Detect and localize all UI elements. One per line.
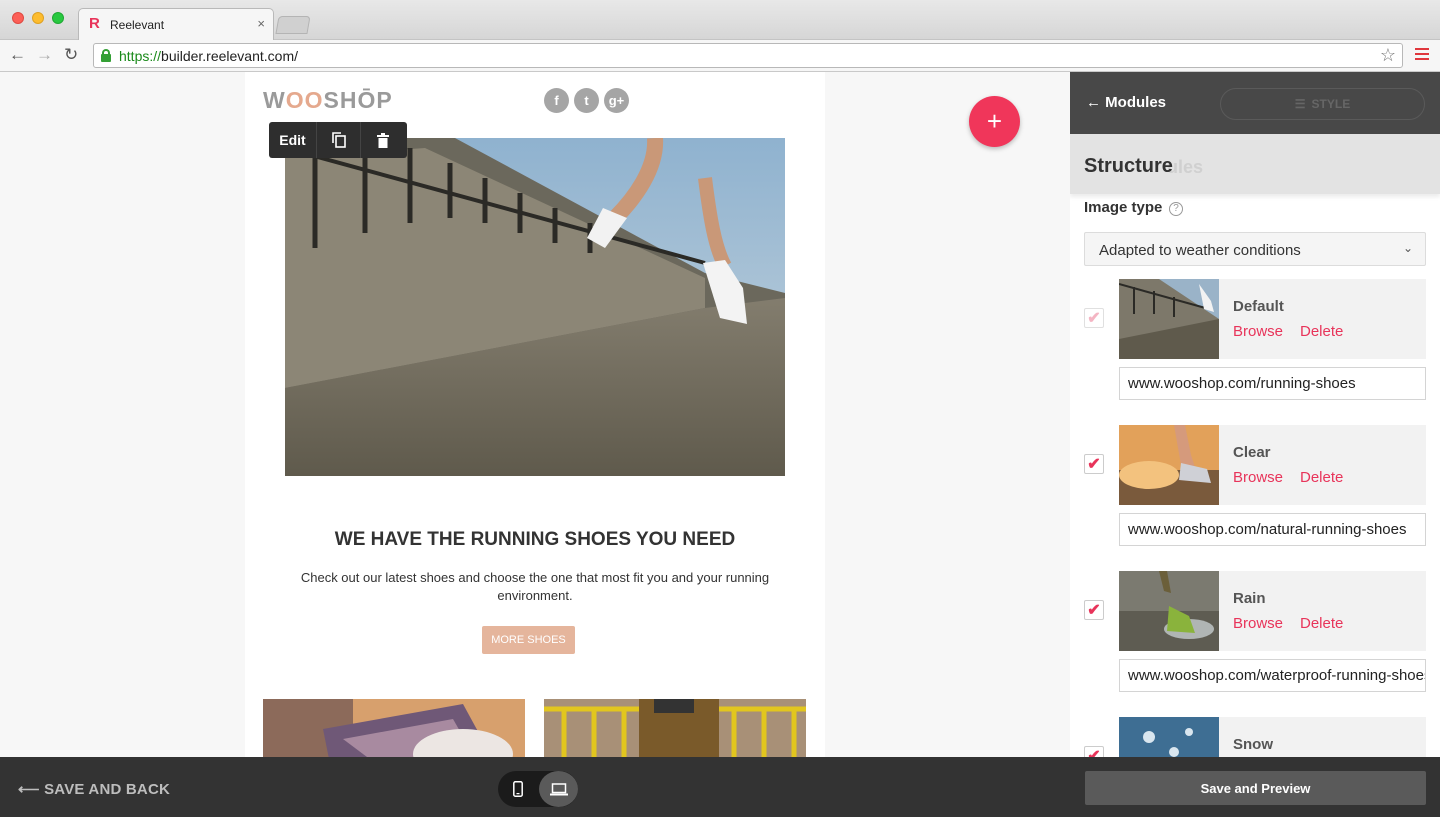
more-shoes-button[interactable]: MORE SHOES	[482, 626, 575, 654]
back-to-modules-button[interactable]: ← Modules	[1086, 94, 1166, 111]
google-plus-icon[interactable]: g+	[604, 88, 629, 113]
settings-panel: ← Modules ☰ STYLE ules Structure Image ty…	[1070, 72, 1440, 757]
browse-link[interactable]: Browse	[1233, 323, 1283, 340]
email-subtext: Check out our latest shoes and choose th…	[300, 570, 770, 603]
email-headline: WE HAVE THE RUNNING SHOES YOU NEED	[334, 529, 736, 550]
bookmark-star-icon[interactable]: ☆	[1380, 45, 1396, 66]
item-name: Clear	[1233, 444, 1271, 461]
address-bar[interactable]: https://builder.reelevant.com/ ☆	[93, 43, 1403, 68]
device-preview-toggle	[498, 771, 578, 807]
hero-image[interactable]	[285, 138, 785, 476]
edit-button[interactable]: Edit	[269, 122, 317, 158]
new-tab-button[interactable]	[275, 16, 311, 34]
image-card-default: Default Browse Delete	[1119, 279, 1426, 359]
rain-thumbnail	[1119, 571, 1219, 651]
default-checkbox[interactable]: ✔	[1084, 308, 1104, 328]
rain-checkbox[interactable]: ✔	[1084, 600, 1104, 620]
help-icon[interactable]: ?	[1169, 202, 1183, 216]
browse-link[interactable]: Browse	[1233, 469, 1283, 486]
facebook-icon[interactable]: f	[544, 88, 569, 113]
browser-menu-icon[interactable]	[1415, 48, 1429, 60]
clear-url-input[interactable]: www.wooshop.com/natural-running-shoes	[1119, 513, 1426, 546]
reelevant-logo-icon: R	[89, 15, 100, 32]
duplicate-icon[interactable]	[317, 122, 361, 158]
back-arrow-icon: ←	[1086, 94, 1106, 111]
desktop-view-icon[interactable]	[539, 771, 578, 807]
tab-style[interactable]: ☰ STYLE	[1220, 88, 1425, 120]
product-image-right[interactable]	[544, 699, 806, 757]
panel-header: ← Modules ☰ STYLE	[1070, 72, 1440, 134]
browser-toolbar: ← → ↻ https://builder.reelevant.com/ ☆	[0, 40, 1440, 72]
email-preview: WOOSHŌP f t g+ WE HAVE THE RUNNING SHOES…	[245, 72, 825, 757]
lock-icon	[101, 49, 111, 62]
sliders-icon: ☰	[1294, 97, 1306, 111]
clear-thumbnail	[1119, 425, 1219, 505]
bottom-bar: ⟵ SAVE AND BACK Save and Preview	[0, 757, 1440, 817]
rain-url-input[interactable]: www.wooshop.com/waterproof-running-shoes	[1119, 659, 1426, 692]
wooshop-logo: WOOSHŌP	[263, 87, 393, 113]
browser-tab-strip: R Reelevant ×	[0, 0, 1440, 41]
tab-close-icon[interactable]: ×	[257, 16, 265, 31]
image-type-label: Image type	[1084, 199, 1163, 216]
close-window-button[interactable]	[12, 12, 24, 24]
image-type-select[interactable]: Adapted to weather conditions ⌄	[1084, 232, 1426, 266]
back-arrow-icon: ⟵	[18, 781, 45, 798]
image-card-snow: Snow	[1119, 717, 1426, 757]
delete-link[interactable]: Delete	[1300, 323, 1343, 340]
structure-header: ules Structure	[1070, 134, 1440, 194]
item-name: Snow	[1233, 736, 1273, 753]
save-and-back-button[interactable]: ⟵ SAVE AND BACK	[18, 780, 170, 798]
item-name: Rain	[1233, 590, 1266, 607]
reload-icon[interactable]: ↻	[64, 45, 78, 65]
mobile-view-icon[interactable]	[498, 771, 538, 807]
forward-arrow-icon[interactable]: →	[36, 45, 53, 65]
item-name: Default	[1233, 298, 1284, 315]
twitter-icon[interactable]: t	[574, 88, 599, 113]
delete-link[interactable]: Delete	[1300, 615, 1343, 632]
browse-link[interactable]: Browse	[1233, 615, 1283, 632]
editor-canvas: WOOSHŌP f t g+ WE HAVE THE RUNNING SHOES…	[0, 72, 1070, 757]
section-title: Structure	[1084, 155, 1173, 177]
trash-icon[interactable]	[361, 122, 405, 158]
product-image-left[interactable]	[263, 699, 525, 757]
snow-thumbnail	[1119, 717, 1219, 757]
social-links: f t g+	[544, 88, 629, 113]
url-text: https://builder.reelevant.com/	[119, 48, 298, 64]
image-card-rain: Rain Browse Delete	[1119, 571, 1426, 651]
default-thumbnail	[1119, 279, 1219, 359]
browser-tab[interactable]: R Reelevant ×	[78, 8, 274, 41]
add-module-button[interactable]: +	[969, 96, 1020, 147]
default-url-input[interactable]: www.wooshop.com/running-shoes	[1119, 367, 1426, 400]
minimize-window-button[interactable]	[32, 12, 44, 24]
save-and-preview-button[interactable]: Save and Preview	[1085, 771, 1426, 805]
snow-checkbox[interactable]: ✔	[1084, 746, 1104, 757]
image-card-clear: Clear Browse Delete	[1119, 425, 1426, 505]
module-edit-toolbar: Edit	[269, 122, 407, 158]
clear-checkbox[interactable]: ✔	[1084, 454, 1104, 474]
maximize-window-button[interactable]	[52, 12, 64, 24]
back-arrow-icon[interactable]: ←	[9, 45, 26, 65]
tab-title: Reelevant	[110, 18, 165, 32]
chevron-down-icon: ⌄	[1402, 241, 1413, 255]
running-photo	[285, 138, 785, 476]
plus-icon: +	[986, 106, 1003, 136]
delete-link[interactable]: Delete	[1300, 469, 1343, 486]
